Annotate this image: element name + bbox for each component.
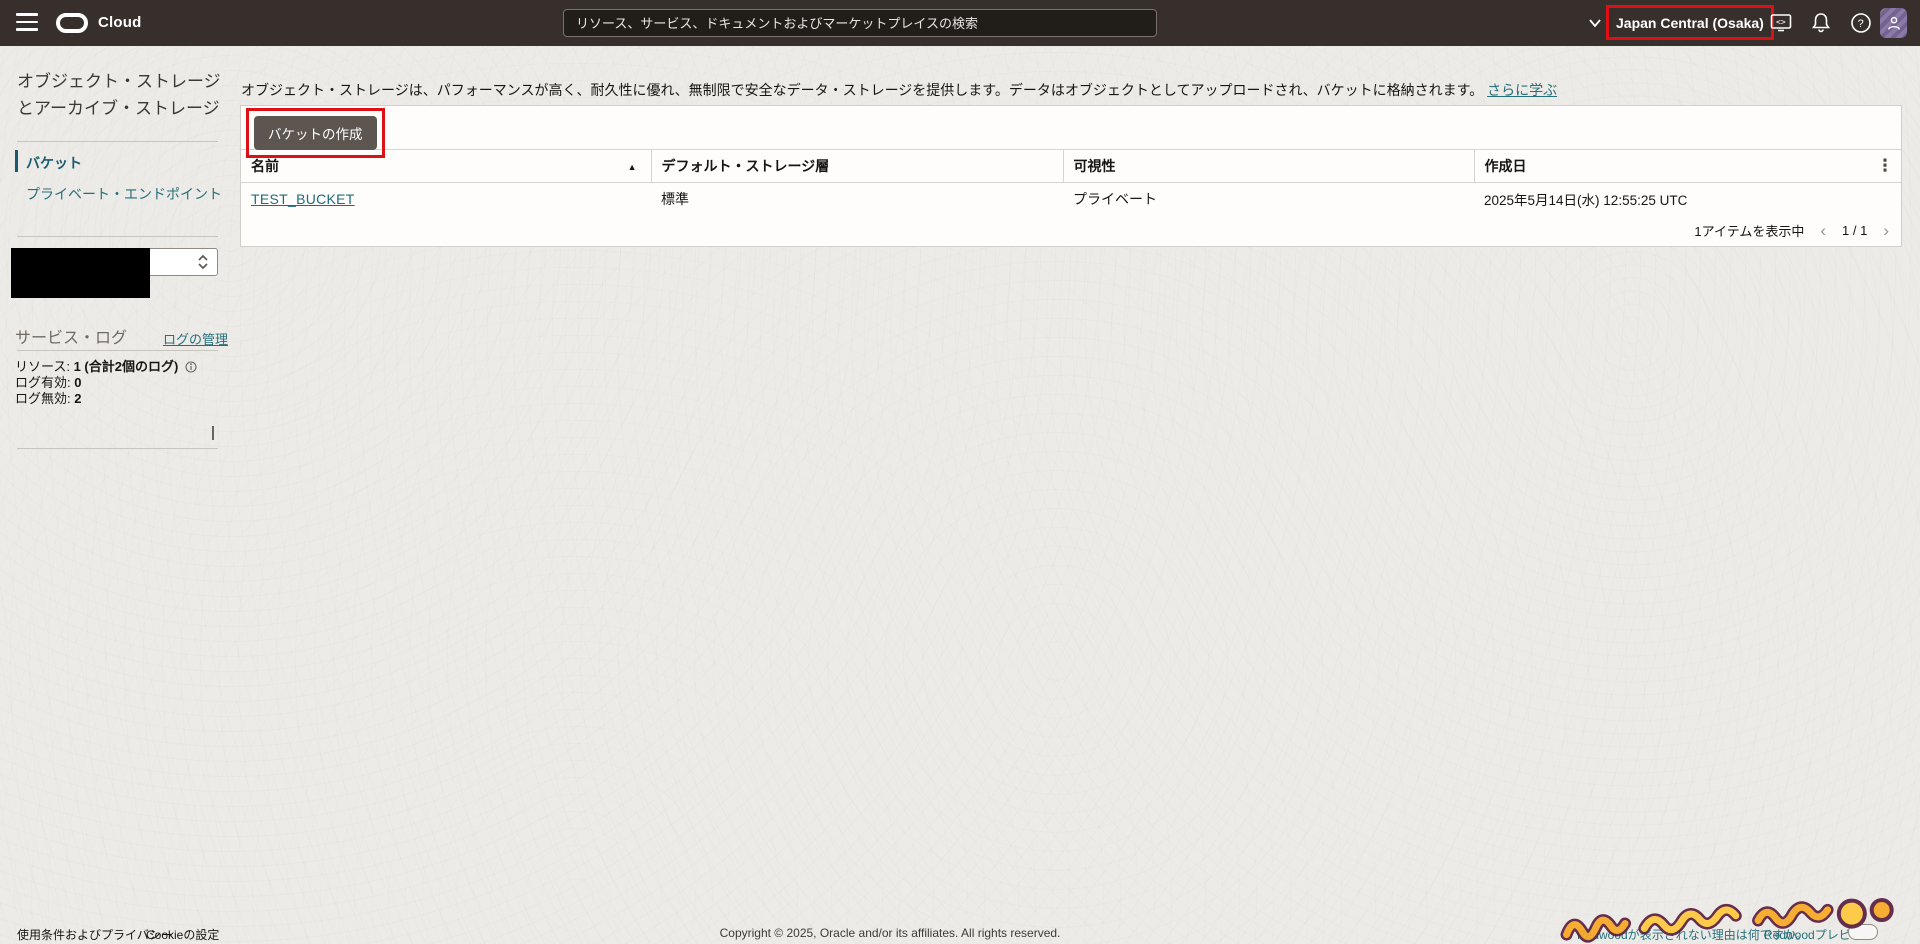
- description-text: オブジェクト・ストレージは、パフォーマンスが高く、耐久性に優れ、無制限で安全なデ…: [241, 82, 1484, 98]
- sidebar-item-buckets[interactable]: バケット: [26, 153, 82, 173]
- global-search-input[interactable]: [563, 9, 1157, 37]
- footer-separator: |: [1754, 926, 1758, 940]
- brand-label: Cloud: [98, 14, 142, 31]
- region-selector[interactable]: Japan Central (Osaka): [1606, 5, 1774, 40]
- column-label: 可視性: [1073, 158, 1116, 174]
- items-shown-label: 1アイテムを表示中: [1694, 224, 1805, 239]
- cloud-shell-icon[interactable]: <>: [1768, 10, 1794, 36]
- help-icon[interactable]: ?: [1848, 10, 1874, 36]
- column-header-created[interactable]: 作成日: [1474, 149, 1901, 183]
- buckets-panel: バケットの作成 名前 ▲ デフォルト・ストレージ層 可視性 作成日 TEST_B…: [240, 105, 1902, 247]
- learn-more-link[interactable]: さらに学ぶ: [1487, 82, 1557, 98]
- log-stat-disabled: ログ無効: 2: [15, 388, 81, 407]
- sidebar-item-private-endpoints[interactable]: プライベート・エンドポイント: [26, 184, 222, 204]
- chevron-down-icon[interactable]: [1588, 18, 1602, 28]
- column-label: デフォルト・ストレージ層: [661, 158, 830, 174]
- table-pagination: 1アイテムを表示中 ‹ 1 / 1 ›: [241, 215, 1901, 246]
- svg-text:<>: <>: [1776, 18, 1786, 27]
- table-row: TEST_BUCKET 標準 プライベート 2025年5月14日(水) 12:5…: [241, 182, 1901, 216]
- sort-asc-icon[interactable]: ▲: [628, 162, 637, 172]
- copyright-text: Copyright © 2025, Oracle and/or its affi…: [719, 926, 1061, 940]
- select-stepper-icon: [198, 254, 208, 270]
- sidebar-divider: [17, 448, 218, 449]
- selected-nav-indicator: [15, 150, 18, 172]
- row-actions-kebab-icon[interactable]: ⋮: [1875, 154, 1895, 178]
- bucket-name-link[interactable]: TEST_BUCKET: [251, 191, 355, 207]
- page-prev-icon[interactable]: ‹: [1818, 222, 1828, 239]
- annotation-highlight-create: バケットの作成: [246, 108, 385, 158]
- page-description: オブジェクト・ストレージは、パフォーマンスが高く、耐久性に優れ、無制限で安全なデ…: [241, 80, 1641, 100]
- cell-visibility: プライベート: [1063, 182, 1474, 216]
- create-bucket-button[interactable]: バケットの作成: [254, 116, 377, 150]
- service-log-heading: サービス・ログ: [15, 330, 128, 347]
- column-label: 名前: [251, 158, 279, 174]
- cell-storage-tier: 標準: [651, 182, 1063, 216]
- buckets-table: 名前 ▲ デフォルト・ストレージ層 可視性 作成日 TEST_BUCKET 標準…: [241, 149, 1901, 216]
- cell-created-date: 2025年5月14日(水) 12:55:25 UTC: [1474, 182, 1901, 216]
- sidebar-title: オブジェクト・ストレージとアーカイブ・ストレージ: [17, 72, 221, 118]
- column-label: 作成日: [1484, 158, 1527, 174]
- column-header-visibility[interactable]: 可視性: [1063, 149, 1475, 183]
- stat-label: ログ無効:: [15, 391, 75, 406]
- stat-value: 2: [74, 391, 82, 406]
- svg-text:?: ?: [1858, 18, 1864, 30]
- column-header-storage-tier[interactable]: デフォルト・ストレージ層: [651, 149, 1064, 183]
- redacted-compartment-name: [11, 248, 150, 298]
- info-icon[interactable]: [185, 361, 197, 373]
- sidebar-scroll-tick: [212, 426, 214, 440]
- stat-value: 1 (合計2個のログ): [73, 359, 179, 374]
- sidebar-divider: [17, 350, 218, 351]
- table-header-row: 名前 ▲ デフォルト・ストレージ層 可視性 作成日: [241, 149, 1901, 183]
- page-footer: 使用条件およびプライバシー Cookieの設定 Copyright © 2025…: [0, 921, 1920, 944]
- page-next-icon[interactable]: ›: [1881, 222, 1891, 239]
- sidebar-divider: [17, 141, 218, 142]
- region-label: Japan Central (Osaka): [1616, 14, 1764, 31]
- cookie-settings-link[interactable]: Cookieの設定: [146, 926, 219, 943]
- hamburger-menu-icon[interactable]: [16, 13, 40, 33]
- manage-logs-link[interactable]: ログの管理: [163, 329, 228, 348]
- redwood-preview-toggle[interactable]: [1848, 924, 1878, 940]
- sidebar-divider: [17, 236, 218, 237]
- notifications-bell-icon[interactable]: [1808, 10, 1834, 36]
- oracle-logo-icon[interactable]: [56, 13, 88, 33]
- top-header-bar: Cloud Japan Central (Osaka) <> ?: [0, 0, 1920, 46]
- profile-avatar[interactable]: [1880, 8, 1907, 38]
- page-indicator: 1 / 1: [1842, 223, 1868, 238]
